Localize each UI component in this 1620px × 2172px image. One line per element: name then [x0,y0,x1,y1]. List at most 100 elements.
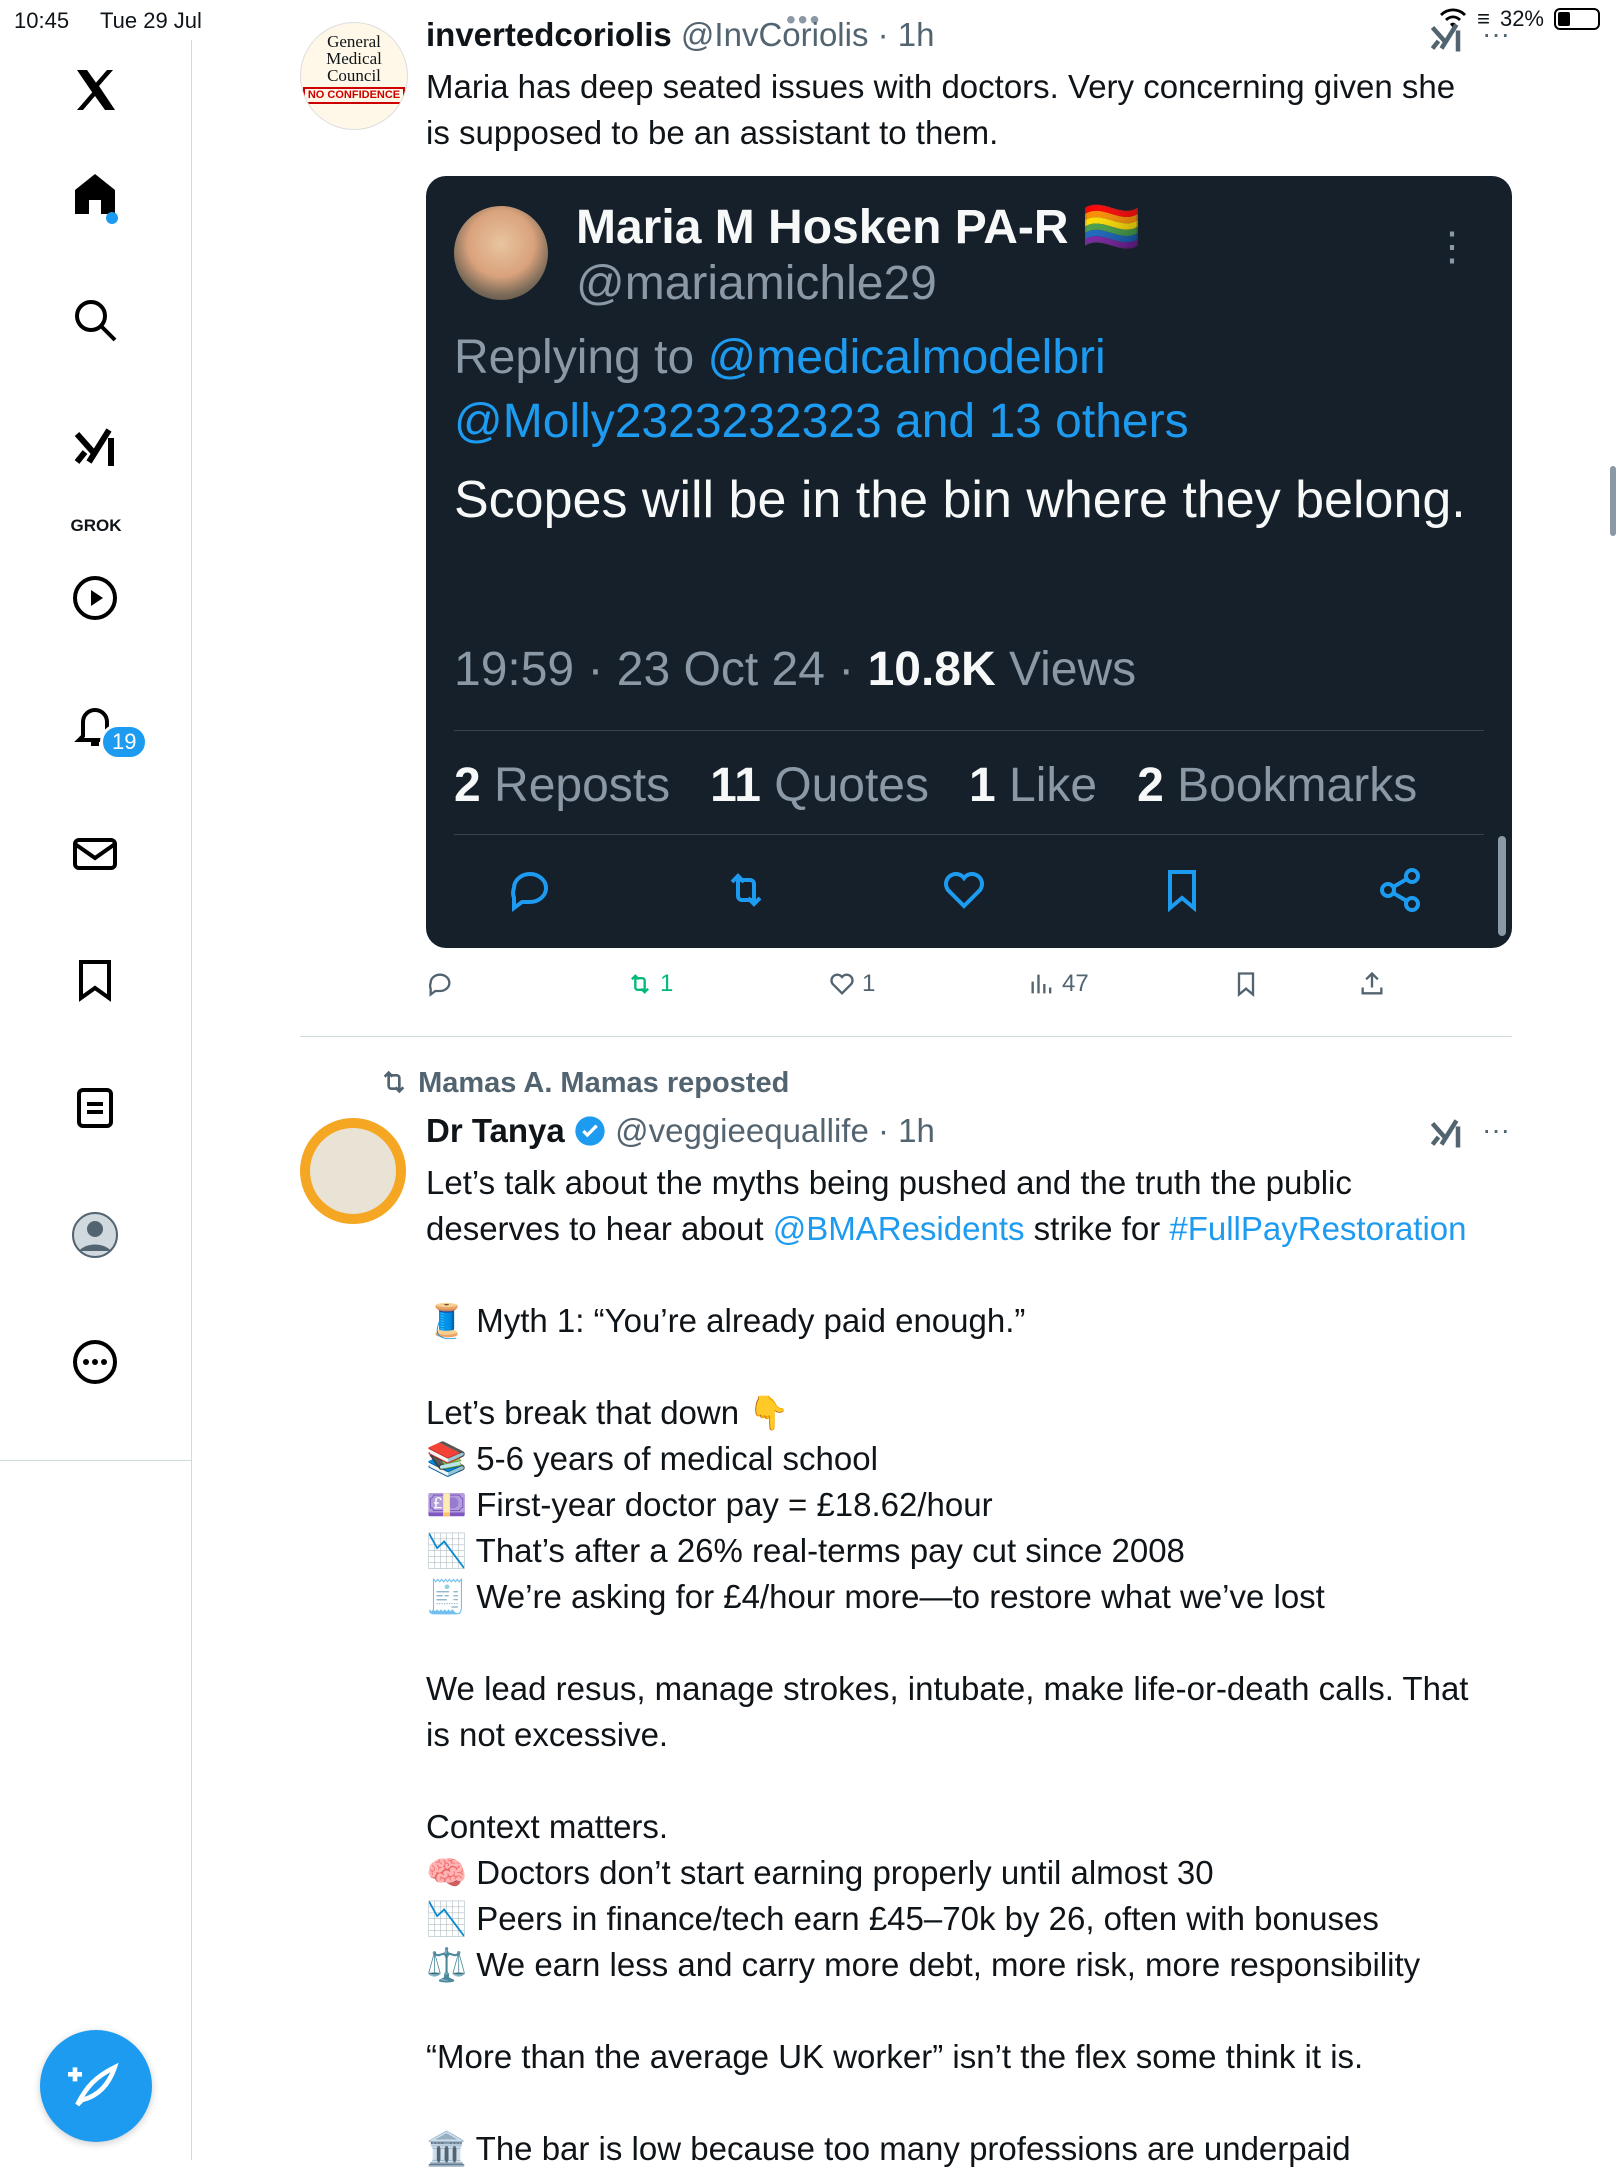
quote-name-text: Maria M Hosken PA-R [576,201,1069,254]
tweet2-author-name[interactable]: Dr Tanya [426,1112,565,1149]
tweet1-repost-count: 1 [660,970,674,997]
grok-icon[interactable] [67,420,123,476]
tweet1-reply-button[interactable] [426,970,454,998]
rainbow-flag-icon: 🏳️‍🌈 [1081,201,1142,254]
more-icon[interactable] [67,1334,123,1390]
tweet2-line: Let’s break that down 👇 [426,1394,790,1431]
feather-plus-icon [68,2062,119,2107]
tweet1-grok-icon[interactable] [1428,20,1464,61]
quote-bookmark-icon [1158,866,1206,919]
tweet2-line: 📉 That’s after a 26% real-terms pay cut … [426,1532,1185,1569]
gmc-logo: General Medical Council NO CONFIDENCE [301,33,407,104]
quote-likes-label: Like [995,759,1098,812]
compose-post-button[interactable] [40,2030,152,2142]
tweet1-author-name[interactable]: invertedcoriolis [426,16,672,53]
timeline: General Medical Council NO CONFIDENCE in… [192,0,1620,2167]
quote-quotes-label: Quotes [760,759,929,812]
quote-bookmarks-count: 2 [1137,759,1164,812]
tweet1-time[interactable]: · 1h [878,16,935,53]
tweet2-text: Let’s talk about the myths being pushed … [426,1160,1546,2172]
tweet2-body-lines: 🧵 Myth 1: “You’re already paid enough.” … [426,1302,1468,2167]
repost-icon [631,974,649,994]
quote-text: Scopes will be in the bin where they bel… [454,471,1466,529]
tweet2-line: 🧵 Myth 1: “You’re already paid enough.” [426,1302,1026,1339]
tweet2-avatar[interactable] [300,1118,406,1224]
tweet2-header: Dr Tanya @veggieequallife · 1h [426,1112,935,1150]
quote-more-icon: ⋮ [1432,225,1472,269]
bookmark-icon[interactable] [67,952,123,1008]
tweet1-more-icon[interactable]: ··· [1482,18,1510,50]
quote-reposts-label: Reposts [480,759,671,812]
tweet1-like-button[interactable]: 1 [828,970,875,998]
lists-icon[interactable] [67,1080,123,1136]
tweet2-line: 📉 Peers in finance/tech earn £45–70k by … [426,1900,1379,1937]
quote-meta: 19:59 · 23 Oct 24 · 10.8K Views [454,642,1136,697]
search-icon[interactable] [67,292,123,348]
replying-prefix: Replying to [454,331,708,384]
status-time: 10:45 [14,8,70,33]
tweet1-repost-button[interactable]: 1 [626,970,673,998]
tweet2-line: ⚖️ We earn less and carry more debt, mor… [426,1946,1421,1983]
quote-bookmarks-label: Bookmarks [1163,759,1418,812]
tweet1-views-count: 47 [1062,970,1089,997]
tweet2-line: 📚 5-6 years of medical school [426,1440,878,1477]
verified-badge-icon [575,1116,605,1146]
reposted-by-line[interactable]: Mamas A. Mamas reposted [378,1066,789,1100]
tweet2-time[interactable]: · 1h [878,1112,935,1149]
reposted-by-text: Mamas A. Mamas reposted [418,1067,790,1099]
quote-scroll-indicator [1498,836,1506,936]
tweet2-line: is not excessive. [426,1716,669,1753]
share-icon [1361,971,1383,995]
tweet2-line: 🧠 Doctors don’t start earning properly u… [426,1854,1214,1891]
quote-views-count: 10.8K [867,643,996,696]
gmc-line2: Medical [326,49,382,68]
tweet2-intro-line1: Let’s talk about the myths being pushed … [426,1164,1352,1201]
tweet2-line: 🏛️ The bar is low because too many profe… [426,2130,1351,2167]
quote-avatar [454,206,548,300]
quote-heart-icon [940,866,988,919]
views-icon [1031,974,1052,994]
tweet2-handle[interactable]: @veggieequallife [615,1112,869,1149]
page-scrollbar[interactable] [1610,466,1616,536]
tweet2-intro-mid: strike for [1024,1210,1170,1247]
gmc-line3: Council [327,66,381,85]
quote-share-icon [1376,866,1424,919]
mail-icon[interactable] [67,826,123,882]
notifications-badge: 19 [100,724,149,760]
fullpayrestoration-hashtag[interactable]: #FullPayRestoration [1169,1210,1466,1247]
quote-likes-count: 1 [969,759,996,812]
heart-icon [830,973,854,995]
bma-residents-mention[interactable]: @BMAResidents [773,1210,1025,1247]
tweet2-grok-icon[interactable] [1428,1116,1464,1157]
tweet2-line: “More than the average UK worker” isn’t … [426,2038,1364,2075]
quote-views-label: Views [995,643,1137,696]
tweet1-avatar[interactable]: General Medical Council NO CONFIDENCE [300,22,408,130]
x-logo-icon[interactable] [67,62,123,118]
tweet2-avatar-image [310,1128,396,1214]
no-confidence-badge: NO CONFIDENCE [302,87,406,104]
video-icon[interactable] [67,570,123,626]
tweet2-intro-prefix: deserves to hear about [426,1210,773,1247]
tweet1-views-button[interactable]: 47 [1028,970,1089,998]
bookmark-outline-icon [1237,972,1255,997]
tweet2-line: We lead resus, manage strokes, intubate,… [426,1670,1469,1707]
tweet1-text: Maria has deep seated issues with doctor… [426,68,1456,151]
quote-reply-icon [506,866,554,919]
quote-author-name: Maria M Hosken PA-R 🏳️‍🌈 [576,198,1142,255]
sidebar-divider [0,1460,192,1461]
tweet1-share-button[interactable] [1358,970,1386,998]
quoted-screenshot[interactable]: Maria M Hosken PA-R 🏳️‍🌈 @mariamichle29 … [426,176,1512,948]
tweet2-line: 🧾 We’re asking for £4/hour more—to resto… [426,1578,1325,1615]
tweet2-more-icon[interactable]: ··· [1482,1114,1510,1146]
tweet2-line: Context matters. [426,1808,669,1845]
tweet1-handle[interactable]: @InvCoriolis [681,16,869,53]
tweet2-line: 💷 First-year doctor pay = £18.62/hour [426,1486,993,1523]
quote-reposts-count: 2 [454,759,481,812]
tweet1-bookmark-button[interactable] [1232,970,1260,998]
reply-icon [428,973,451,997]
status-date: Tue 29 Jul [100,8,202,33]
quote-stats: 2 Reposts 11 Quotes 1 Like 2 Bookmarks [454,758,1417,813]
profile-avatar-icon[interactable] [67,1207,123,1263]
tweet1-header: invertedcoriolis @InvCoriolis · 1h [426,16,935,54]
tweet1-like-count: 1 [862,970,876,997]
